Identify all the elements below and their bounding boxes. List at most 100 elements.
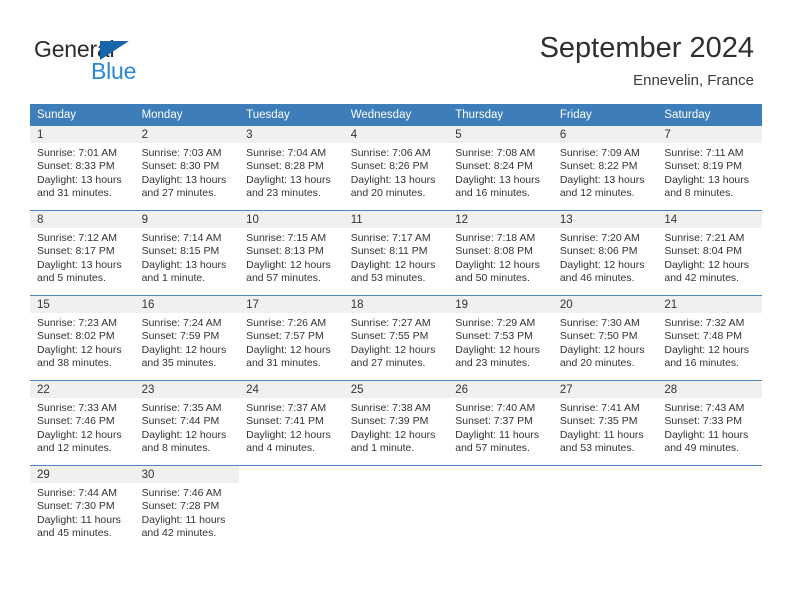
daylight-duration-line2: and 57 minutes. [455,442,530,455]
day-cell-inner: 29 Sunrise: 7:44 AM Sunset: 7:30 PM Dayligh… [30,466,135,550]
daylight-duration-line2: and 12 minutes. [559,187,635,200]
calendar-body: 1 Sunrise: 7:01 AM Sunset: 8:33 PM Daylight… [30,126,762,550]
daylight-duration-line2: and 12 minutes. [37,442,112,455]
calendar-day-cell[interactable]: 2 Sunrise: 7:03 AM Sunset: 8:30 PM Daylight… [134,126,240,211]
daylight-duration-line2: and 8 minutes. [664,187,734,200]
day-number: 6 [552,126,658,143]
day-number: 20 [552,296,658,313]
calendar-day-cell[interactable]: 17 Sunrise: 7:26 AM Sunset: 7:57 PM Dayligh… [239,295,344,381]
day-cell-inner: 9 Sunrise: 7:14 AM Sunset: 8:15 PM Daylight… [134,211,240,295]
calendar-day-cell[interactable]: 27 Sunrise: 7:41 AM Sunset: 7:35 PM Dayligh… [552,380,658,466]
day-cell-inner: 25 Sunrise: 7:38 AM Sunset: 7:39 PM Dayligh… [343,381,449,465]
calendar-day-cell[interactable]: 3 Sunrise: 7:04 AM Sunset: 8:28 PM Daylight… [239,126,344,211]
day-cell-inner: 30 Sunrise: 7:46 AM Sunset: 7:28 PM Dayligh… [134,466,240,550]
sunset-time: Sunset: 7:35 PM [559,415,638,428]
daylight-duration-line2: and 53 minutes. [350,272,426,285]
sunrise-time: Sunrise: 7:06 AM [350,147,431,159]
calendar-day-cell[interactable]: 10 Sunrise: 7:15 AM Sunset: 8:13 PM Dayligh… [239,210,344,296]
day-cell-details: Sunrise: 7:21 AM Sunset: 8:04 PM Daylight:… [657,228,762,286]
weekday-header-sunday: Sunday [30,104,135,126]
day-cell-details: Sunrise: 7:14 AM Sunset: 8:15 PM Daylight:… [135,228,240,286]
calendar-day-cell[interactable]: 9 Sunrise: 7:14 AM Sunset: 8:15 PM Daylight… [134,210,240,296]
calendar-day-cell[interactable]: 6 Sunrise: 7:09 AM Sunset: 8:22 PM Daylight… [552,126,658,211]
day-cell-inner: 24 Sunrise: 7:37 AM Sunset: 7:41 PM Dayligh… [239,381,344,465]
sunrise-time: Sunrise: 7:17 AM [350,232,431,244]
day-cell-details: Sunrise: 7:15 AM Sunset: 8:13 PM Daylight:… [239,228,344,286]
calendar-day-cell[interactable]: 24 Sunrise: 7:37 AM Sunset: 7:41 PM Dayligh… [239,380,344,466]
sunset-time: Sunset: 8:11 PM [350,245,428,258]
calendar-day-cell[interactable]: 13 Sunrise: 7:20 AM Sunset: 8:06 PM Dayligh… [552,210,658,296]
calendar-day-cell[interactable]: 11 Sunrise: 7:17 AM Sunset: 8:11 PM Dayligh… [343,210,449,296]
sunrise-time: Sunrise: 7:43 AM [664,402,745,414]
day-number: 18 [343,296,449,313]
daylight-duration-line1: Daylight: 12 hours [350,343,436,356]
sunrise-time: Sunrise: 7:37 AM [246,402,327,414]
calendar-week-row: 29 Sunrise: 7:44 AM Sunset: 7:30 PM Dayligh… [30,465,762,550]
calendar-day-cell[interactable]: 18 Sunrise: 7:27 AM Sunset: 7:55 PM Dayligh… [343,295,449,381]
day-cell-details: Sunrise: 7:18 AM Sunset: 8:08 PM Daylight:… [448,228,553,286]
day-cell-details: Sunrise: 7:01 AM Sunset: 8:33 PM Daylight:… [30,143,135,201]
daylight-duration-line2: and 20 minutes. [559,357,635,370]
calendar-day-cell[interactable]: 12 Sunrise: 7:18 AM Sunset: 8:08 PM Dayligh… [448,210,553,296]
daylight-duration-line1: Daylight: 13 hours [350,173,436,186]
calendar-day-cell[interactable]: 28 Sunrise: 7:43 AM Sunset: 7:33 PM Dayligh… [657,380,762,466]
calendar-day-cell[interactable]: 22 Sunrise: 7:33 AM Sunset: 7:46 PM Dayligh… [30,380,135,466]
day-cell-details: Sunrise: 7:03 AM Sunset: 8:30 PM Daylight:… [135,143,240,201]
calendar-day-cell[interactable]: 19 Sunrise: 7:29 AM Sunset: 7:53 PM Dayligh… [448,295,553,381]
sunset-time: Sunset: 8:33 PM [37,160,115,173]
day-cell-details: Sunrise: 7:23 AM Sunset: 8:02 PM Daylight:… [30,313,135,371]
calendar-day-cell[interactable]: 16 Sunrise: 7:24 AM Sunset: 7:59 PM Dayligh… [134,295,240,381]
daylight-duration-line1: Daylight: 13 hours [455,173,540,186]
sunrise-time: Sunrise: 7:12 AM [37,232,117,244]
calendar-day-cell[interactable]: 8 Sunrise: 7:12 AM Sunset: 8:17 PM Daylight… [30,210,135,296]
day-cell-details: Sunrise: 7:33 AM Sunset: 7:46 PM Daylight:… [30,398,135,456]
daylight-duration-line1: Daylight: 11 hours [664,428,749,441]
calendar-day-cell[interactable]: 14 Sunrise: 7:21 AM Sunset: 8:04 PM Dayligh… [657,210,762,296]
sunset-time: Sunset: 7:37 PM [455,415,533,428]
day-number: 28 [657,381,762,398]
calendar-day-cell[interactable]: 15 Sunrise: 7:23 AM Sunset: 8:02 PM Dayligh… [30,295,135,381]
sunset-time: Sunset: 7:59 PM [141,330,220,343]
daylight-duration-line2: and 57 minutes. [246,272,321,285]
day-number: 15 [30,296,135,313]
calendar-week-row: 15 Sunrise: 7:23 AM Sunset: 8:02 PM Dayligh… [30,295,762,381]
day-cell-details: Sunrise: 7:44 AM Sunset: 7:30 PM Daylight:… [30,483,135,541]
sunset-time: Sunset: 8:24 PM [455,160,533,173]
daylight-duration-line1: Daylight: 11 hours [559,428,644,441]
calendar-day-cell[interactable]: 5 Sunrise: 7:08 AM Sunset: 8:24 PM Daylight… [448,126,553,211]
calendar-day-cell[interactable]: 29 Sunrise: 7:44 AM Sunset: 7:30 PM Dayligh… [30,465,135,550]
calendar-day-cell[interactable]: 23 Sunrise: 7:35 AM Sunset: 7:44 PM Dayligh… [134,380,240,466]
sunrise-time: Sunrise: 7:24 AM [141,317,222,329]
title-block: September 2024 Ennevelin, France [540,30,754,90]
sunrise-time: Sunrise: 7:33 AM [37,402,117,414]
day-cell-inner: 10 Sunrise: 7:15 AM Sunset: 8:13 PM Dayligh… [239,211,344,295]
sunrise-time: Sunrise: 7:29 AM [455,317,536,329]
sunset-time: Sunset: 7:30 PM [37,500,115,513]
page-header: General Blue September 2024 Ennevelin, F… [0,0,792,100]
daylight-duration-line2: and 5 minutes. [37,272,106,285]
calendar-day-cell[interactable]: 30 Sunrise: 7:46 AM Sunset: 7:28 PM Dayligh… [134,465,240,550]
day-cell-details: Sunrise: 7:17 AM Sunset: 8:11 PM Daylight:… [344,228,449,286]
calendar-day-cell[interactable]: 20 Sunrise: 7:30 AM Sunset: 7:50 PM Dayligh… [552,295,658,381]
sunrise-time: Sunrise: 7:46 AM [141,487,222,499]
calendar-day-cell[interactable]: 7 Sunrise: 7:11 AM Sunset: 8:19 PM Daylight… [657,126,762,211]
sunrise-time: Sunrise: 7:40 AM [455,402,536,414]
calendar-day-cell[interactable]: 1 Sunrise: 7:01 AM Sunset: 8:33 PM Daylight… [30,126,135,211]
day-cell-inner: 17 Sunrise: 7:26 AM Sunset: 7:57 PM Dayligh… [239,296,344,380]
day-cell-details: Sunrise: 7:04 AM Sunset: 8:28 PM Daylight:… [239,143,344,201]
day-cell-inner: 26 Sunrise: 7:40 AM Sunset: 7:37 PM Dayligh… [448,381,553,465]
daylight-duration-line2: and 49 minutes. [664,442,740,455]
calendar-day-cell[interactable]: 26 Sunrise: 7:40 AM Sunset: 7:37 PM Dayligh… [448,380,553,466]
calendar-day-cell[interactable]: 21 Sunrise: 7:32 AM Sunset: 7:48 PM Dayligh… [657,295,762,381]
day-number: 16 [134,296,240,313]
calendar-day-cell[interactable]: 4 Sunrise: 7:06 AM Sunset: 8:26 PM Daylight… [343,126,449,211]
day-cell-inner: 2 Sunrise: 7:03 AM Sunset: 8:30 PM Daylight… [134,126,240,210]
daylight-duration-line1: Daylight: 12 hours [37,343,122,356]
calendar-day-cell[interactable]: 25 Sunrise: 7:38 AM Sunset: 7:39 PM Dayligh… [343,380,449,466]
brand-logo[interactable]: General Blue [34,36,274,88]
day-cell-details: Sunrise: 7:30 AM Sunset: 7:50 PM Daylight:… [553,313,658,371]
sunset-time: Sunset: 8:17 PM [37,245,115,258]
day-number: 30 [134,466,240,483]
daylight-duration-line1: Daylight: 12 hours [246,343,331,356]
brand-name-blue: Blue [91,58,137,84]
